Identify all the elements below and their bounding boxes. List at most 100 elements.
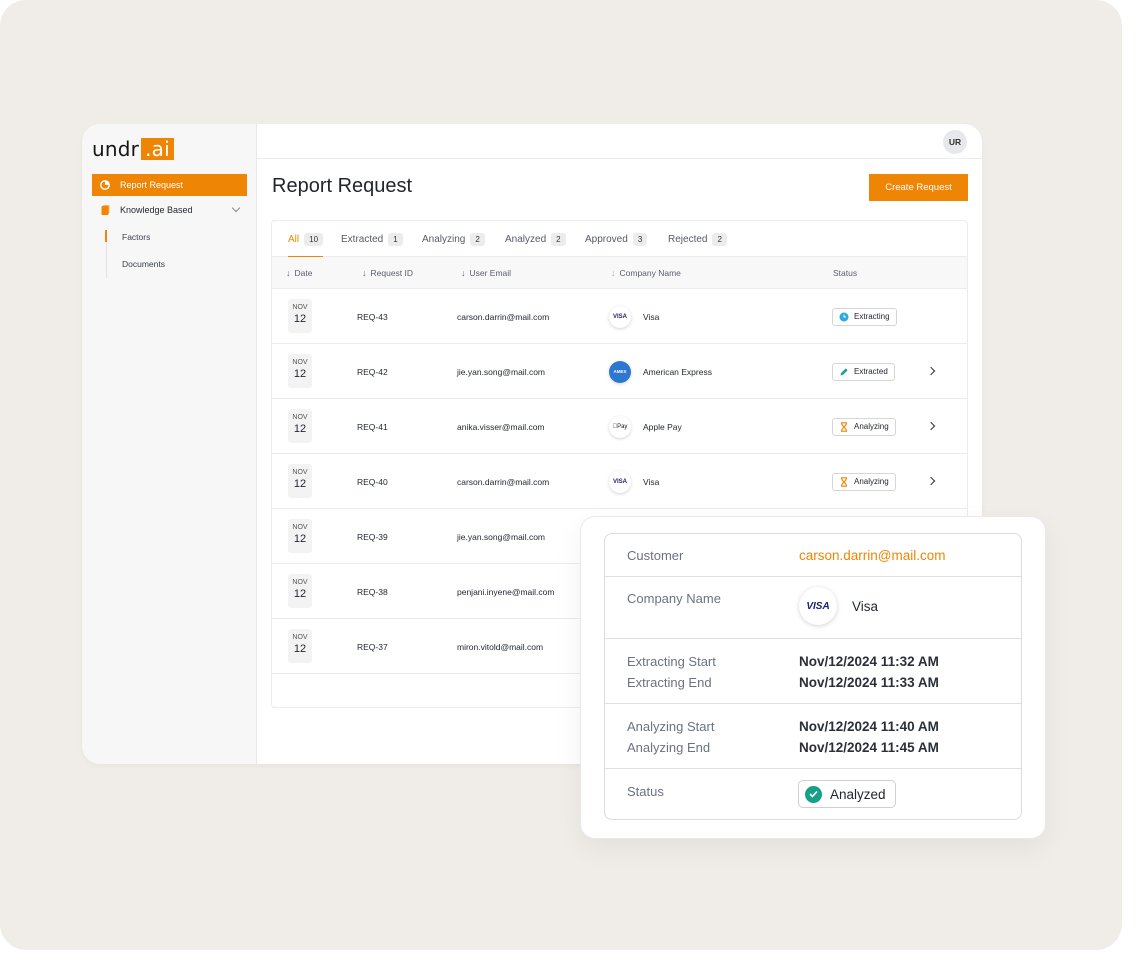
- analyzing-end-value: Nov/12/2024 11:45 AM: [799, 740, 939, 755]
- column-header-label: Request ID: [370, 268, 414, 278]
- chevron-right-icon[interactable]: [926, 421, 936, 431]
- request-id: REQ-43: [357, 311, 388, 322]
- date-day: 12: [293, 588, 307, 600]
- detail-customer-section: Customer carson.darrin@mail.com: [605, 534, 1021, 577]
- table-row[interactable]: NOV 12 REQ-43 carson.darrin@mail.com VISA…: [272, 289, 967, 344]
- status-badge: Extracting: [832, 307, 897, 326]
- status-badge: Analyzed: [798, 780, 896, 808]
- document-icon: [100, 205, 110, 215]
- request-detail-card: Customer carson.darrin@mail.com Company …: [604, 533, 1022, 820]
- sort-arrow-icon: ↓: [362, 268, 367, 278]
- user-email: jie.yan.song@mail.com: [457, 531, 545, 542]
- tab-analyzed[interactable]: Analyzed 2: [505, 221, 566, 257]
- tab-label: All: [288, 233, 300, 245]
- request-id: REQ-42: [357, 366, 388, 377]
- detail-analyzing-section: Analyzing Start Nov/12/2024 11:40 AM Ana…: [605, 704, 1021, 769]
- status-label: Analyzing: [854, 477, 889, 486]
- company-name: Visa: [852, 599, 879, 614]
- status-badge: Extracted: [832, 362, 895, 381]
- visa-logo-icon: VISA: [609, 470, 631, 493]
- tab-all[interactable]: All 10: [288, 221, 324, 258]
- clock-icon: [839, 312, 849, 322]
- date-month: NOV: [292, 579, 308, 586]
- request-id: REQ-38: [357, 586, 388, 597]
- analyzing-start-value: Nov/12/2024 11:40 AM: [799, 719, 939, 734]
- table-row[interactable]: NOV 12 REQ-42 jie.yan.song@mail.com AMEX …: [272, 344, 967, 399]
- column-header-user-email[interactable]: ↓ User Email: [461, 257, 511, 289]
- date-month: NOV: [292, 634, 308, 641]
- column-header-status[interactable]: Status: [833, 257, 857, 289]
- date-day: 12: [293, 533, 307, 545]
- tab-count: 1: [388, 232, 403, 246]
- date-month: NOV: [292, 359, 308, 366]
- sort-arrow-icon: ↓: [611, 268, 616, 278]
- sidebar-subitem-factors[interactable]: Factors: [122, 232, 150, 242]
- detail-label: Analyzing Start: [627, 719, 715, 734]
- company-name: Visa: [643, 476, 660, 487]
- status-label: Analyzing: [854, 422, 889, 431]
- extracting-start-value: Nov/12/2024 11:32 AM: [799, 654, 939, 669]
- user-email: penjani.inyene@mail.com: [457, 586, 555, 597]
- column-header-request-id[interactable]: ↓ Request ID: [362, 257, 413, 289]
- detail-label: Company Name: [627, 591, 721, 606]
- status-label: Extracting: [854, 312, 890, 321]
- sidebar-item-knowledge-based[interactable]: Knowledge Based: [92, 199, 247, 221]
- tab-label: Rejected: [668, 233, 708, 245]
- date-month: NOV: [292, 469, 308, 476]
- date-badge: NOV 12: [288, 409, 312, 443]
- request-id: REQ-37: [357, 641, 388, 652]
- brand-suffix: .ai: [141, 137, 174, 161]
- sidebar-subitem-documents[interactable]: Documents: [122, 259, 165, 269]
- tab-approved[interactable]: Approved 3: [585, 221, 648, 257]
- tab-label: Analyzed: [505, 233, 547, 245]
- date-badge: NOV 12: [288, 354, 312, 388]
- company-cell: Pay Apple Pay: [609, 399, 682, 454]
- request-id: REQ-40: [357, 476, 388, 487]
- chevron-right-icon[interactable]: [926, 366, 936, 376]
- tab-count: 2: [470, 232, 485, 246]
- table-header: ↓ Date ↓ Request ID ↓ User Email ↓ Company N…: [272, 257, 967, 289]
- company-name: Apple Pay: [643, 421, 682, 432]
- date-badge: NOV 12: [288, 519, 312, 553]
- user-email: jie.yan.song@mail.com: [457, 366, 545, 377]
- user-email: carson.darrin@mail.com: [457, 476, 550, 487]
- column-header-date[interactable]: ↓ Date: [286, 257, 312, 289]
- tab-count: 10: [304, 232, 324, 246]
- user-email: miron.vitold@mail.com: [457, 641, 544, 652]
- tab-extracted[interactable]: Extracted 1: [341, 221, 403, 257]
- brand-logo[interactable]: undr .ai: [92, 137, 174, 161]
- submenu-active-indicator: [105, 230, 107, 242]
- pencil-icon: [839, 367, 849, 377]
- visa-logo-icon: VISA: [609, 305, 631, 328]
- status-cell: Analyzing: [832, 399, 896, 454]
- company-cell: VISA Visa: [609, 454, 659, 509]
- chevron-right-icon[interactable]: [926, 476, 936, 486]
- tab-analyzing[interactable]: Analyzing 2: [422, 221, 485, 257]
- detail-status-section: Status Analyzed: [605, 769, 1021, 819]
- tab-rejected[interactable]: Rejected 2: [668, 221, 727, 257]
- apple-pay-logo-icon: Pay: [609, 415, 631, 438]
- date-day: 12: [293, 423, 307, 435]
- sidebar-item-report-request[interactable]: Report Request: [92, 174, 247, 196]
- sort-arrow-icon: ↓: [286, 268, 291, 278]
- column-header-label: Company Name: [619, 268, 681, 278]
- tab-count: 2: [551, 232, 566, 246]
- user-email: anika.visser@mail.com: [457, 421, 545, 432]
- chevron-down-icon: [231, 203, 241, 213]
- create-request-button[interactable]: Create Request: [869, 174, 968, 201]
- request-id: REQ-41: [357, 421, 388, 432]
- user-email: carson.darrin@mail.com: [457, 311, 550, 322]
- customer-email-link[interactable]: carson.darrin@mail.com: [799, 548, 946, 563]
- table-row[interactable]: NOV 12 REQ-40 carson.darrin@mail.com VISA…: [272, 454, 967, 509]
- status-cell: Analyzing: [832, 454, 896, 509]
- avatar[interactable]: UR: [943, 130, 967, 154]
- tab-label: Approved: [585, 233, 628, 245]
- table-row[interactable]: NOV 12 REQ-41 anika.visser@mail.com Pay …: [272, 399, 967, 454]
- column-header-label: Date: [294, 268, 313, 278]
- date-month: NOV: [292, 304, 308, 311]
- apple-pay-logo-text: Pay: [614, 423, 627, 430]
- brand-name: undr: [92, 137, 140, 161]
- column-header-company-name[interactable]: ↓ Company Name: [611, 257, 681, 289]
- date-month: NOV: [292, 414, 308, 421]
- page-title: Report Request: [272, 175, 413, 197]
